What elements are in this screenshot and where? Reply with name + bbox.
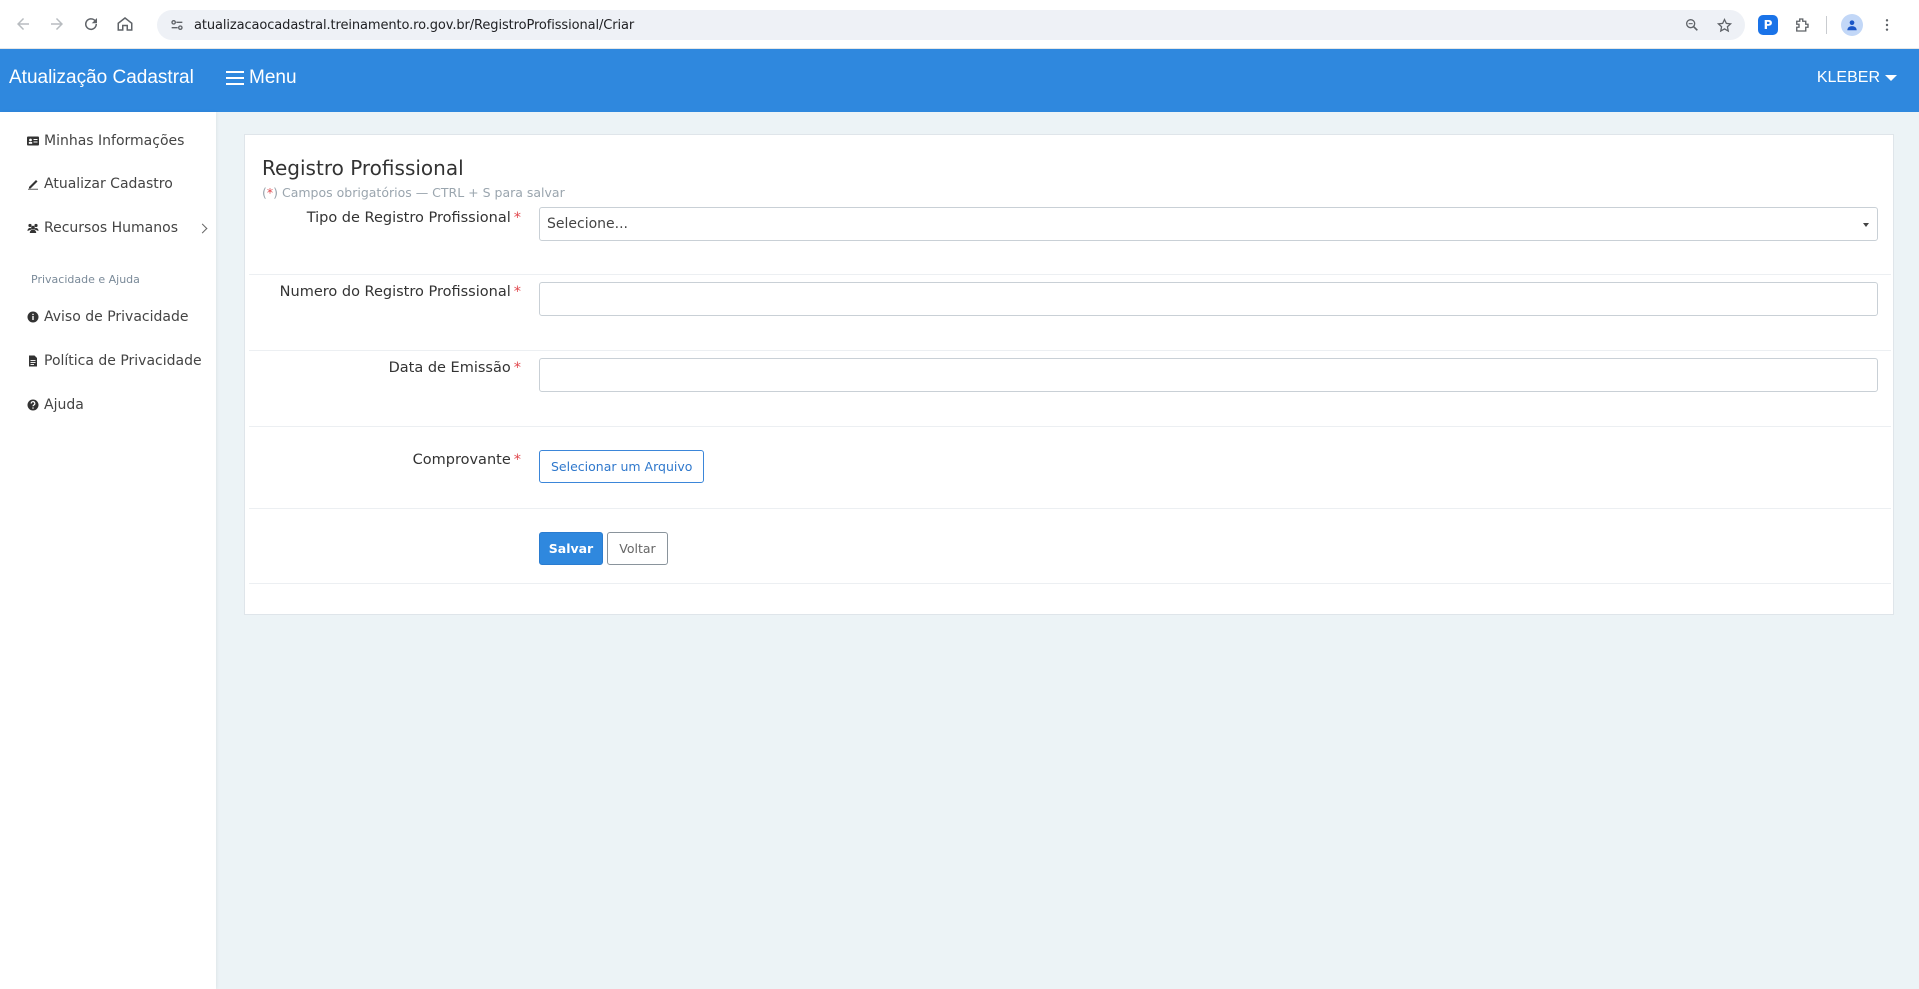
sidebar-item-recursos-humanos[interactable]: Recursos Humanos — [27, 220, 208, 236]
sidebar-section-title: Privacidade e Ajuda — [31, 273, 140, 286]
users-icon — [27, 222, 39, 234]
required-mark: * — [513, 284, 521, 300]
browser-menu-icon[interactable] — [1877, 15, 1897, 35]
form-row-data: Data de Emissão * — [249, 351, 1891, 427]
sidebar-item-label: Aviso de Privacidade — [44, 309, 189, 325]
app-brand[interactable]: Atualização Cadastral — [9, 67, 194, 89]
required-mark: * — [513, 360, 521, 376]
back-button[interactable]: Voltar — [607, 532, 668, 565]
label-text: Numero do Registro Profissional — [279, 284, 511, 300]
id-card-icon — [27, 135, 39, 147]
label-text: Tipo de Registro Profissional — [306, 210, 511, 226]
extension-icon[interactable]: P — [1758, 15, 1778, 35]
form-row-numero: Numero do Registro Profissional * — [249, 275, 1891, 351]
caret-down-icon — [1885, 75, 1897, 81]
forward-arrow-icon[interactable] — [46, 13, 68, 35]
url-text[interactable]: atualizacaocadastral.treinamento.ro.gov.… — [194, 18, 634, 33]
label-text: Comprovante — [412, 452, 511, 468]
numero-registro-label: Numero do Registro Profissional * — [280, 284, 521, 300]
required-fields-hint: (*) Campos obrigatórios — CTRL + S para … — [262, 185, 565, 200]
user-name: KLEBER — [1816, 69, 1880, 86]
sidebar-item-ajuda[interactable]: Ajuda — [27, 397, 84, 413]
file-text-icon — [27, 355, 39, 367]
user-dropdown[interactable]: KLEBER — [1817, 69, 1897, 87]
form-row-actions: Salvar Voltar — [249, 509, 1891, 584]
signature-icon — [27, 178, 39, 190]
browser-toolbar: atualizacaocadastral.treinamento.ro.gov.… — [0, 0, 1919, 49]
select-file-button[interactable]: Selecionar um Arquivo — [539, 450, 705, 483]
tipo-registro-select[interactable]: Selecione... — [539, 207, 1878, 241]
sidebar-item-label: Ajuda — [44, 397, 84, 413]
site-settings-icon[interactable] — [168, 16, 186, 34]
sidebar-item-label: Recursos Humanos — [44, 220, 178, 236]
sidebar-item-atualizar-cadastro[interactable]: Atualizar Cadastro — [27, 176, 173, 192]
home-icon[interactable] — [114, 13, 136, 35]
question-circle-icon — [27, 399, 39, 411]
registro-profissional-card: Registro Profissional (*) Campos obrigat… — [244, 134, 1894, 615]
data-emissao-input[interactable] — [539, 358, 1878, 392]
label-text: Data de Emissão — [388, 360, 511, 376]
form-row-comprovante: Comprovante * Selecionar um Arquivo — [249, 427, 1891, 509]
toolbar-separator — [1826, 16, 1827, 34]
extensions-puzzle-icon[interactable] — [1792, 15, 1812, 35]
sidebar: Minhas Informações Atualizar Cadastro Re… — [0, 112, 216, 989]
profile-avatar-icon[interactable] — [1841, 14, 1863, 36]
menu-toggle-label: Menu — [249, 67, 297, 88]
numero-registro-input[interactable] — [539, 282, 1878, 316]
back-arrow-icon[interactable] — [12, 13, 34, 35]
sidebar-item-politica-privacidade[interactable]: Política de Privacidade — [27, 353, 202, 369]
form-row-tipo: Tipo de Registro Profissional * Selecione… — [249, 207, 1891, 275]
sidebar-item-label: Minhas Informações — [44, 133, 185, 149]
address-bar[interactable]: atualizacaocadastral.treinamento.ro.gov.… — [157, 10, 1745, 40]
sidebar-item-label: Atualizar Cadastro — [44, 176, 173, 192]
sidebar-item-minhas-informacoes[interactable]: Minhas Informações — [27, 133, 184, 149]
select-value: Selecione... — [547, 216, 628, 232]
chevron-right-icon — [197, 223, 208, 233]
zoom-icon[interactable] — [1683, 16, 1701, 34]
data-emissao-label: Data de Emissão * — [389, 360, 521, 376]
required-mark: * — [513, 452, 521, 468]
sidebar-item-aviso-privacidade[interactable]: Aviso de Privacidade — [27, 309, 188, 325]
comprovante-label: Comprovante * — [413, 452, 521, 468]
bookmark-star-icon[interactable] — [1715, 16, 1733, 34]
required-mark: * — [513, 210, 521, 226]
menu-toggle-button[interactable]: Menu — [226, 67, 297, 89]
hamburger-icon — [226, 71, 244, 85]
save-button[interactable]: Salvar — [539, 532, 603, 565]
info-circle-icon — [27, 311, 39, 323]
page-title: Registro Profissional — [262, 156, 464, 180]
app-header: Atualização Cadastral Menu KLEBER — [0, 49, 1919, 112]
reload-icon[interactable] — [80, 13, 102, 35]
caret-down-icon — [1863, 223, 1869, 227]
tipo-registro-label: Tipo de Registro Profissional * — [307, 210, 521, 226]
hint-text: ) Campos obrigatórios — CTRL + S para sa… — [273, 185, 565, 200]
sidebar-item-label: Política de Privacidade — [44, 353, 202, 369]
